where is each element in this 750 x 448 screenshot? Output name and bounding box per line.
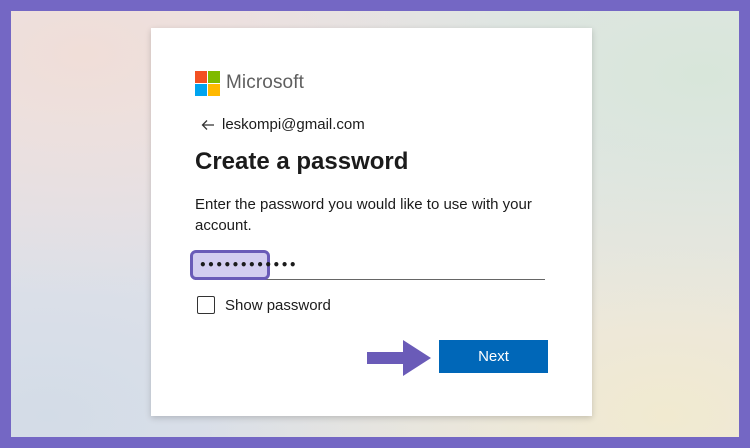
arrow-left-icon[interactable]: [200, 117, 216, 133]
next-button[interactable]: Next: [439, 340, 548, 373]
identity-banner[interactable]: leskompi@gmail.com: [200, 116, 365, 133]
identity-email: leskompi@gmail.com: [222, 116, 365, 133]
page-description: Enter the password you would like to use…: [195, 196, 532, 234]
show-password-label: Show password: [225, 296, 331, 314]
show-password-checkbox[interactable]: [197, 296, 215, 314]
page-title: Create a password: [195, 148, 409, 175]
microsoft-logo: Microsoft: [195, 70, 304, 96]
brand-name: Microsoft: [226, 72, 304, 93]
microsoft-squares-icon: [195, 70, 220, 96]
password-field-wrapper: ••••••••••••: [190, 250, 545, 282]
signin-card: Microsoft leskompi@gmail.com Create a pa…: [151, 28, 592, 416]
pointer-arrow-icon: [367, 340, 431, 376]
password-input[interactable]: [195, 252, 545, 280]
show-password-row[interactable]: Show password: [197, 296, 331, 314]
